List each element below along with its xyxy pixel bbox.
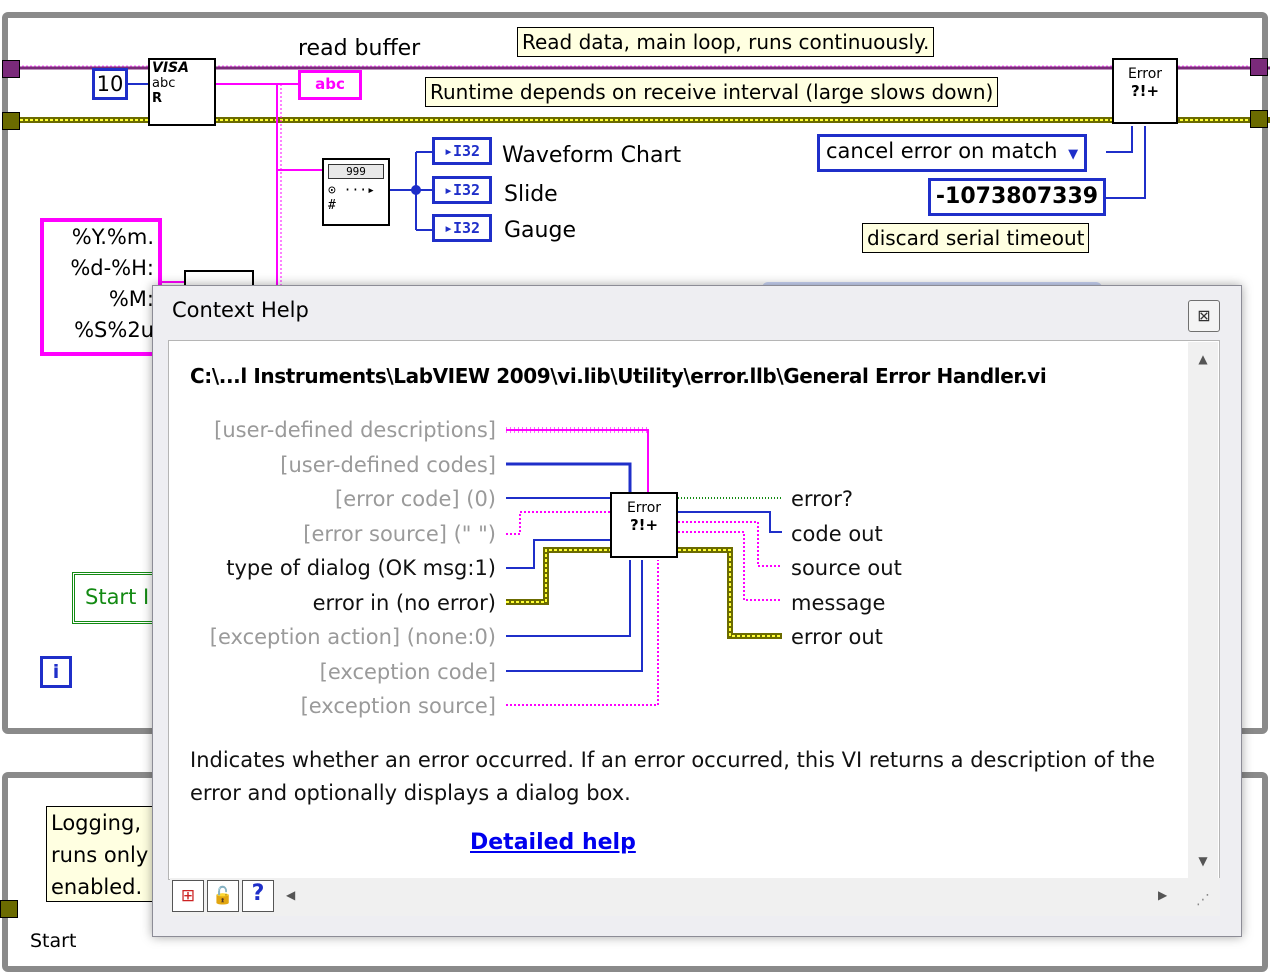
- resize-grip-icon[interactable]: ⋰: [1196, 892, 1210, 908]
- output-message: message: [791, 591, 886, 615]
- help-toolbar: [170, 878, 1220, 916]
- show-optional-terminals-button[interactable]: ⊞: [172, 880, 204, 912]
- input-user-defined-descriptions: [user-defined descriptions]: [214, 418, 496, 442]
- vi-description: Indicates whether an error occurred. If …: [190, 748, 1156, 805]
- lock-icon: 🔓: [212, 886, 234, 906]
- scroll-left-icon[interactable]: ◀: [286, 888, 295, 902]
- input-error-in: error in (no error): [312, 591, 496, 615]
- detailed-help-link[interactable]: Detailed help: [470, 830, 636, 855]
- vertical-scrollbar[interactable]: ▲ ▼: [1188, 342, 1218, 878]
- input-exception-source: [exception source]: [300, 694, 496, 718]
- output-source-out: source out: [791, 556, 902, 580]
- question-icon: ?: [251, 881, 265, 906]
- detailed-help-button[interactable]: ?: [242, 880, 274, 912]
- vi-icon-line-2: ?!+: [629, 516, 659, 534]
- input-error-code: [error code] (0): [335, 487, 496, 511]
- scroll-down-icon[interactable]: ▼: [1188, 854, 1218, 868]
- input-type-of-dialog: type of dialog (OK msg:1): [226, 556, 496, 580]
- scroll-right-icon[interactable]: ▶: [1158, 888, 1167, 902]
- vi-icon-line-1: Error: [626, 500, 662, 516]
- input-error-source: [error source] (" "): [303, 522, 496, 546]
- error-handler-vi-icon: Error ?!+: [610, 492, 678, 558]
- scroll-up-icon[interactable]: ▲: [1188, 342, 1218, 366]
- output-error-out: error out: [791, 625, 883, 649]
- output-error: error?: [791, 487, 853, 511]
- lock-button[interactable]: 🔓: [207, 880, 239, 912]
- input-exception-code: [exception code]: [319, 660, 496, 684]
- input-user-defined-codes: [user-defined codes]: [280, 453, 496, 477]
- terminals-icon: ⊞: [180, 886, 196, 906]
- input-exception-action: [exception action] (none:0): [209, 625, 496, 649]
- output-code-out: code out: [791, 522, 883, 546]
